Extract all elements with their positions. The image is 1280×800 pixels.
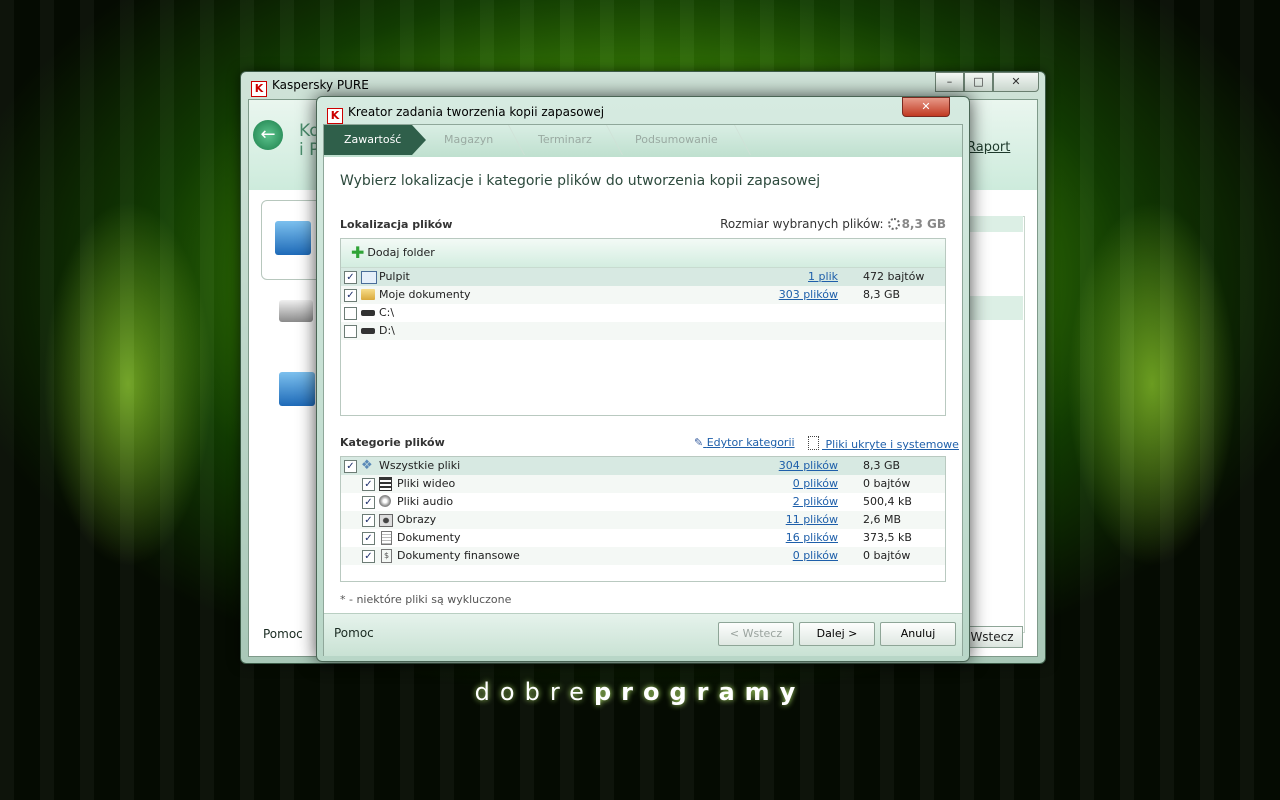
category-row[interactable]: ✓ $ Dokumenty finansowe 0 plików 0 bajtó… [341, 547, 945, 565]
locations-label: Lokalizacja plików [340, 218, 453, 231]
file-count-link[interactable]: 2 plików [793, 493, 838, 511]
drive-icon [361, 328, 375, 334]
wizard-close-button[interactable]: ✕ [902, 97, 950, 117]
step-zawartosc[interactable]: Zawartość [324, 125, 412, 155]
location-row[interactable]: C:\ [341, 304, 945, 322]
step-separator [592, 125, 623, 155]
file-count-link[interactable]: 0 plików [793, 475, 838, 493]
category-row[interactable]: ✓ ❖ Wszystkie pliki 304 plików 8,3 GB [341, 457, 945, 475]
step-separator [494, 125, 525, 155]
location-row[interactable]: ✓ Pulpit 1 plik 472 bajtów [341, 268, 945, 286]
checkbox[interactable] [344, 325, 357, 338]
wizard-title: K Kreator zadania tworzenia kopii zapasow… [327, 105, 604, 124]
pencil-icon: ✎ [694, 436, 704, 449]
add-plus-icon: ✚ [351, 243, 365, 262]
step-terminarz[interactable]: Terminarz [538, 125, 592, 155]
document-icon [808, 436, 819, 450]
selected-size: Rozmiar wybranych plików: 8,3 GB [720, 217, 946, 231]
drive-icon[interactable] [279, 300, 313, 322]
category-row[interactable]: ✓ Pliki wideo 0 plików 0 bajtów [341, 475, 945, 493]
main-help-link[interactable]: Pomoc [263, 627, 303, 641]
next-button[interactable]: Dalej > [799, 622, 875, 646]
main-close-button[interactable]: ✕ [993, 72, 1039, 92]
folder-icon [361, 289, 375, 300]
file-count-link[interactable]: 304 plików [779, 457, 838, 475]
main-back-button[interactable]: Wstecz [961, 626, 1023, 648]
file-count-link[interactable]: 303 plików [779, 286, 838, 304]
loading-spinner-icon [887, 218, 900, 230]
step-podsumowanie[interactable]: Podsumowanie [635, 125, 718, 155]
dobreprogramy-watermark: dobreprogramy [474, 678, 806, 706]
category-row[interactable]: ✓ Dokumenty 16 plików 373,5 kB [341, 529, 945, 547]
checkbox[interactable]: ✓ [362, 514, 375, 527]
backup-wizard-dialog: K Kreator zadania tworzenia kopii zapasow… [316, 96, 970, 662]
image-icon [379, 514, 393, 527]
minimize-button[interactable]: – [935, 72, 964, 92]
text-document-icon [381, 531, 392, 545]
file-count-link[interactable]: 0 plików [793, 547, 838, 565]
drive-icon [361, 310, 375, 316]
file-count-link[interactable]: 1 plik [808, 268, 838, 286]
checkbox[interactable]: ✓ [362, 478, 375, 491]
video-icon [379, 477, 392, 491]
step-magazyn[interactable]: Magazyn [444, 125, 493, 155]
cancel-button[interactable]: Anuluj [880, 622, 956, 646]
step-separator [720, 125, 751, 155]
file-count-link[interactable]: 16 plików [786, 529, 838, 547]
locations-list: ✚ Dodaj folder ✓ Pulpit 1 plik 472 bajtów… [340, 238, 946, 416]
category-row[interactable]: ✓ Obrazy 11 plików 2,6 MB [341, 511, 945, 529]
main-right-panel-header [969, 216, 1023, 232]
checkbox[interactable]: ✓ [362, 496, 375, 509]
raport-link[interactable]: Raport [967, 140, 1010, 155]
step-arrow [412, 125, 426, 155]
checkbox[interactable]: ✓ [362, 532, 375, 545]
categories-label: Kategorie plików [340, 436, 445, 449]
excluded-footnote: * - niektóre pliki są wykluczone [340, 593, 512, 606]
checkbox[interactable] [344, 307, 357, 320]
main-right-panel [969, 216, 1025, 633]
main-window-controls: – □ ✕ [935, 72, 1039, 92]
computer-icon [275, 221, 311, 255]
checkbox[interactable]: ✓ [344, 271, 357, 284]
checkbox[interactable]: ✓ [344, 460, 357, 473]
wizard-content: Zawartość Magazyn Terminarz Podsumowanie… [323, 124, 963, 656]
finance-document-icon: $ [381, 549, 392, 563]
help-link[interactable]: Pomoc [334, 626, 374, 640]
all-files-icon: ❖ [361, 458, 373, 473]
kaspersky-logo-icon: K [251, 81, 267, 97]
hidden-files-link[interactable]: Pliki ukryte i systemowe [808, 436, 959, 451]
audio-icon [379, 495, 391, 507]
wizard-steps: Zawartość Magazyn Terminarz Podsumowanie [324, 125, 962, 157]
main-right-panel-row [969, 296, 1023, 320]
main-window-title: K Kaspersky PURE [251, 78, 369, 97]
wizard-footer: Pomoc < Wstecz Dalej > Anuluj [324, 613, 962, 656]
checkbox[interactable]: ✓ [344, 289, 357, 302]
desktop-icon [361, 271, 377, 284]
restore-computer-icon[interactable] [279, 372, 315, 406]
kaspersky-logo-icon: K [327, 108, 343, 124]
add-folder-button[interactable]: ✚ Dodaj folder [341, 239, 945, 268]
back-arrow-icon[interactable]: ← [253, 120, 283, 150]
back-button[interactable]: < Wstecz [718, 622, 794, 646]
category-editor-link[interactable]: ✎ Edytor kategorii [694, 436, 795, 449]
wizard-heading: Wybierz lokalizacje i kategorie plików d… [340, 173, 821, 189]
checkbox[interactable]: ✓ [362, 550, 375, 563]
file-count-link[interactable]: 11 plików [786, 511, 838, 529]
maximize-button[interactable]: □ [964, 72, 993, 92]
location-row[interactable]: D:\ [341, 322, 945, 340]
location-row[interactable]: ✓ Moje dokumenty 303 plików 8,3 GB [341, 286, 945, 304]
category-row[interactable]: ✓ Pliki audio 2 plików 500,4 kB [341, 493, 945, 511]
categories-list: ✓ ❖ Wszystkie pliki 304 plików 8,3 GB ✓ … [340, 456, 946, 582]
